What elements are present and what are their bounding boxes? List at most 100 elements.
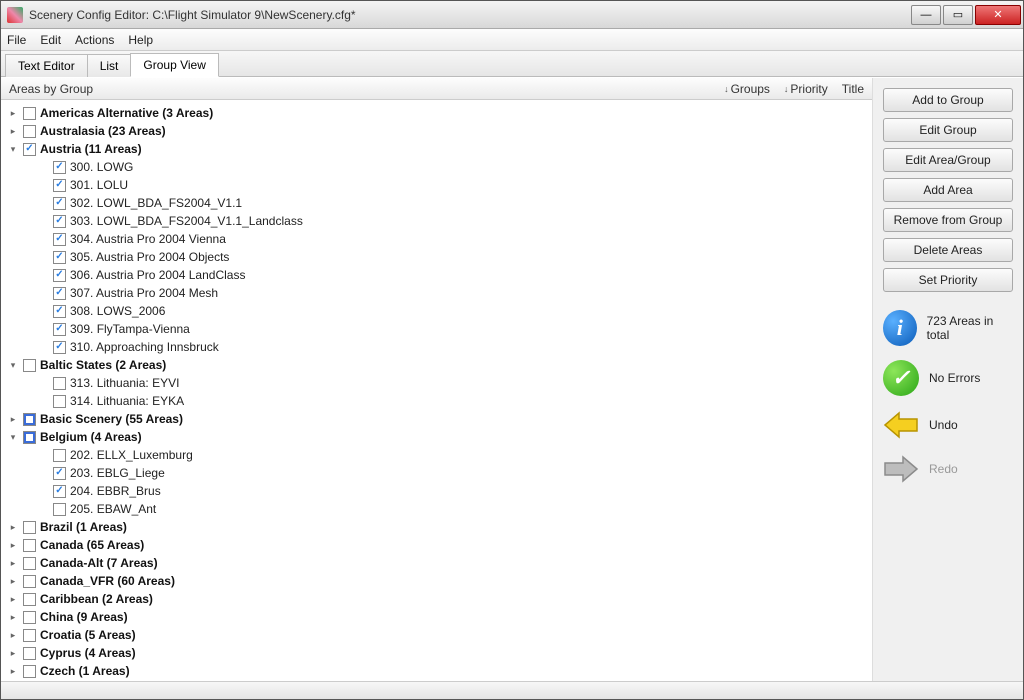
expand-icon[interactable]: ▸ xyxy=(7,630,19,641)
menu-file[interactable]: File xyxy=(7,33,26,47)
remove-from-group-button[interactable]: Remove from Group xyxy=(883,208,1013,232)
tree-group-row[interactable]: ▾Baltic States (2 Areas) xyxy=(7,356,866,374)
col-header-groups[interactable]: ↓Groups xyxy=(724,82,770,96)
tree-item-row[interactable]: ·304. Austria Pro 2004 Vienna xyxy=(7,230,866,248)
tree-item-row[interactable]: ·303. LOWL_BDA_FS2004_V1.1_Landclass xyxy=(7,212,866,230)
edit-area-group-button[interactable]: Edit Area/Group xyxy=(883,148,1013,172)
expand-icon[interactable]: ▸ xyxy=(7,108,19,119)
menu-help[interactable]: Help xyxy=(128,33,153,47)
expand-icon[interactable]: ▸ xyxy=(7,594,19,605)
checkbox[interactable] xyxy=(23,575,36,588)
delete-areas-button[interactable]: Delete Areas xyxy=(883,238,1013,262)
expand-icon[interactable]: ▸ xyxy=(7,648,19,659)
add-area-button[interactable]: Add Area xyxy=(883,178,1013,202)
checkbox[interactable] xyxy=(23,611,36,624)
col-header-priority[interactable]: ↓Priority xyxy=(784,82,828,96)
tree-item-row[interactable]: ·306. Austria Pro 2004 LandClass xyxy=(7,266,866,284)
close-button[interactable]: ✕ xyxy=(975,5,1021,25)
checkbox[interactable] xyxy=(53,449,66,462)
tree-item-row[interactable]: ·305. Austria Pro 2004 Objects xyxy=(7,248,866,266)
checkbox[interactable] xyxy=(53,179,66,192)
checkbox[interactable] xyxy=(23,431,36,444)
tree-group-row[interactable]: ▸Canada (65 Areas) xyxy=(7,536,866,554)
checkbox[interactable] xyxy=(23,557,36,570)
checkbox[interactable] xyxy=(23,125,36,138)
checkbox[interactable] xyxy=(23,107,36,120)
tree-item-row[interactable]: ·202. ELLX_Luxemburg xyxy=(7,446,866,464)
tree-item-row[interactable]: ·313. Lithuania: EYVI xyxy=(7,374,866,392)
tree-group-row[interactable]: ▸Czech (1 Areas) xyxy=(7,662,866,680)
checkbox[interactable] xyxy=(23,521,36,534)
set-priority-button[interactable]: Set Priority xyxy=(883,268,1013,292)
tree-group-row[interactable]: ▾Austria (11 Areas) xyxy=(7,140,866,158)
tab-list[interactable]: List xyxy=(87,54,132,77)
menu-edit[interactable]: Edit xyxy=(40,33,61,47)
tree-group-row[interactable]: ▸Americas Alternative (3 Areas) xyxy=(7,104,866,122)
maximize-button[interactable]: ▭ xyxy=(943,5,973,25)
col-header-title[interactable]: Title xyxy=(842,82,864,96)
checkbox[interactable] xyxy=(53,503,66,516)
checkbox[interactable] xyxy=(53,251,66,264)
checkbox[interactable] xyxy=(23,647,36,660)
checkbox[interactable] xyxy=(23,413,36,426)
edit-group-button[interactable]: Edit Group xyxy=(883,118,1013,142)
tree-group-row[interactable]: ▸Cyprus (4 Areas) xyxy=(7,644,866,662)
expand-icon[interactable]: ▸ xyxy=(7,126,19,137)
expand-icon[interactable]: ▸ xyxy=(7,540,19,551)
expand-icon[interactable]: ▸ xyxy=(7,576,19,587)
tree-item-row[interactable]: ·302. LOWL_BDA_FS2004_V1.1 xyxy=(7,194,866,212)
expand-icon[interactable]: ▸ xyxy=(7,558,19,569)
minimize-button[interactable]: — xyxy=(911,5,941,25)
menu-actions[interactable]: Actions xyxy=(75,33,114,47)
checkbox[interactable] xyxy=(53,341,66,354)
tree-group-row[interactable]: ▸China (9 Areas) xyxy=(7,608,866,626)
tree-item-row[interactable]: ·314. Lithuania: EYKA xyxy=(7,392,866,410)
collapse-icon[interactable]: ▾ xyxy=(7,360,19,371)
undo-action[interactable]: Undo xyxy=(883,410,1013,440)
checkbox[interactable] xyxy=(23,593,36,606)
checkbox[interactable] xyxy=(53,323,66,336)
checkbox[interactable] xyxy=(23,629,36,642)
tree-group-row[interactable]: ▸Brazil (1 Areas) xyxy=(7,518,866,536)
tree-item-row[interactable]: ·308. LOWS_2006 xyxy=(7,302,866,320)
checkbox[interactable] xyxy=(23,539,36,552)
checkbox[interactable] xyxy=(53,215,66,228)
checkbox[interactable] xyxy=(53,269,66,282)
checkbox[interactable] xyxy=(53,287,66,300)
checkbox[interactable] xyxy=(53,305,66,318)
expand-icon[interactable]: ▸ xyxy=(7,522,19,533)
add-to-group-button[interactable]: Add to Group xyxy=(883,88,1013,112)
tree-item-row[interactable]: ·310. Approaching Innsbruck xyxy=(7,338,866,356)
tree-item-row[interactable]: ·309. FlyTampa-Vienna xyxy=(7,320,866,338)
tree-group-row[interactable]: ▸Croatia (5 Areas) xyxy=(7,626,866,644)
tree-group-row[interactable]: ▸Basic Scenery (55 Areas) xyxy=(7,410,866,428)
checkbox[interactable] xyxy=(23,143,36,156)
tree-body[interactable]: ▸Americas Alternative (3 Areas)▸Australa… xyxy=(1,100,872,681)
tree-group-row[interactable]: ▸Australasia (23 Areas) xyxy=(7,122,866,140)
checkbox[interactable] xyxy=(53,467,66,480)
tree-item-row[interactable]: ·204. EBBR_Brus xyxy=(7,482,866,500)
tree-group-row[interactable]: ▸Caribbean (2 Areas) xyxy=(7,590,866,608)
tree-item-row[interactable]: ·205. EBAW_Ant xyxy=(7,500,866,518)
tree-group-row[interactable]: ▸Canada_VFR (60 Areas) xyxy=(7,572,866,590)
tree-item-row[interactable]: ·203. EBLG_Liege xyxy=(7,464,866,482)
tab-group-view[interactable]: Group View xyxy=(130,53,218,77)
collapse-icon[interactable]: ▾ xyxy=(7,144,19,155)
checkbox[interactable] xyxy=(53,197,66,210)
tree-item-row[interactable]: ·300. LOWG xyxy=(7,158,866,176)
checkbox[interactable] xyxy=(23,359,36,372)
checkbox[interactable] xyxy=(53,233,66,246)
tab-text-editor[interactable]: Text Editor xyxy=(5,54,88,77)
tree-item-row[interactable]: ·307. Austria Pro 2004 Mesh xyxy=(7,284,866,302)
tree-group-row[interactable]: ▸Canada-Alt (7 Areas) xyxy=(7,554,866,572)
checkbox[interactable] xyxy=(23,665,36,678)
checkbox[interactable] xyxy=(53,161,66,174)
expand-icon[interactable]: ▸ xyxy=(7,666,19,677)
checkbox[interactable] xyxy=(53,395,66,408)
tree-item-row[interactable]: ·301. LOLU xyxy=(7,176,866,194)
expand-icon[interactable]: ▸ xyxy=(7,612,19,623)
checkbox[interactable] xyxy=(53,377,66,390)
checkbox[interactable] xyxy=(53,485,66,498)
titlebar[interactable]: Scenery Config Editor: C:\Flight Simulat… xyxy=(1,1,1023,29)
tree-group-row[interactable]: ▾Belgium (4 Areas) xyxy=(7,428,866,446)
